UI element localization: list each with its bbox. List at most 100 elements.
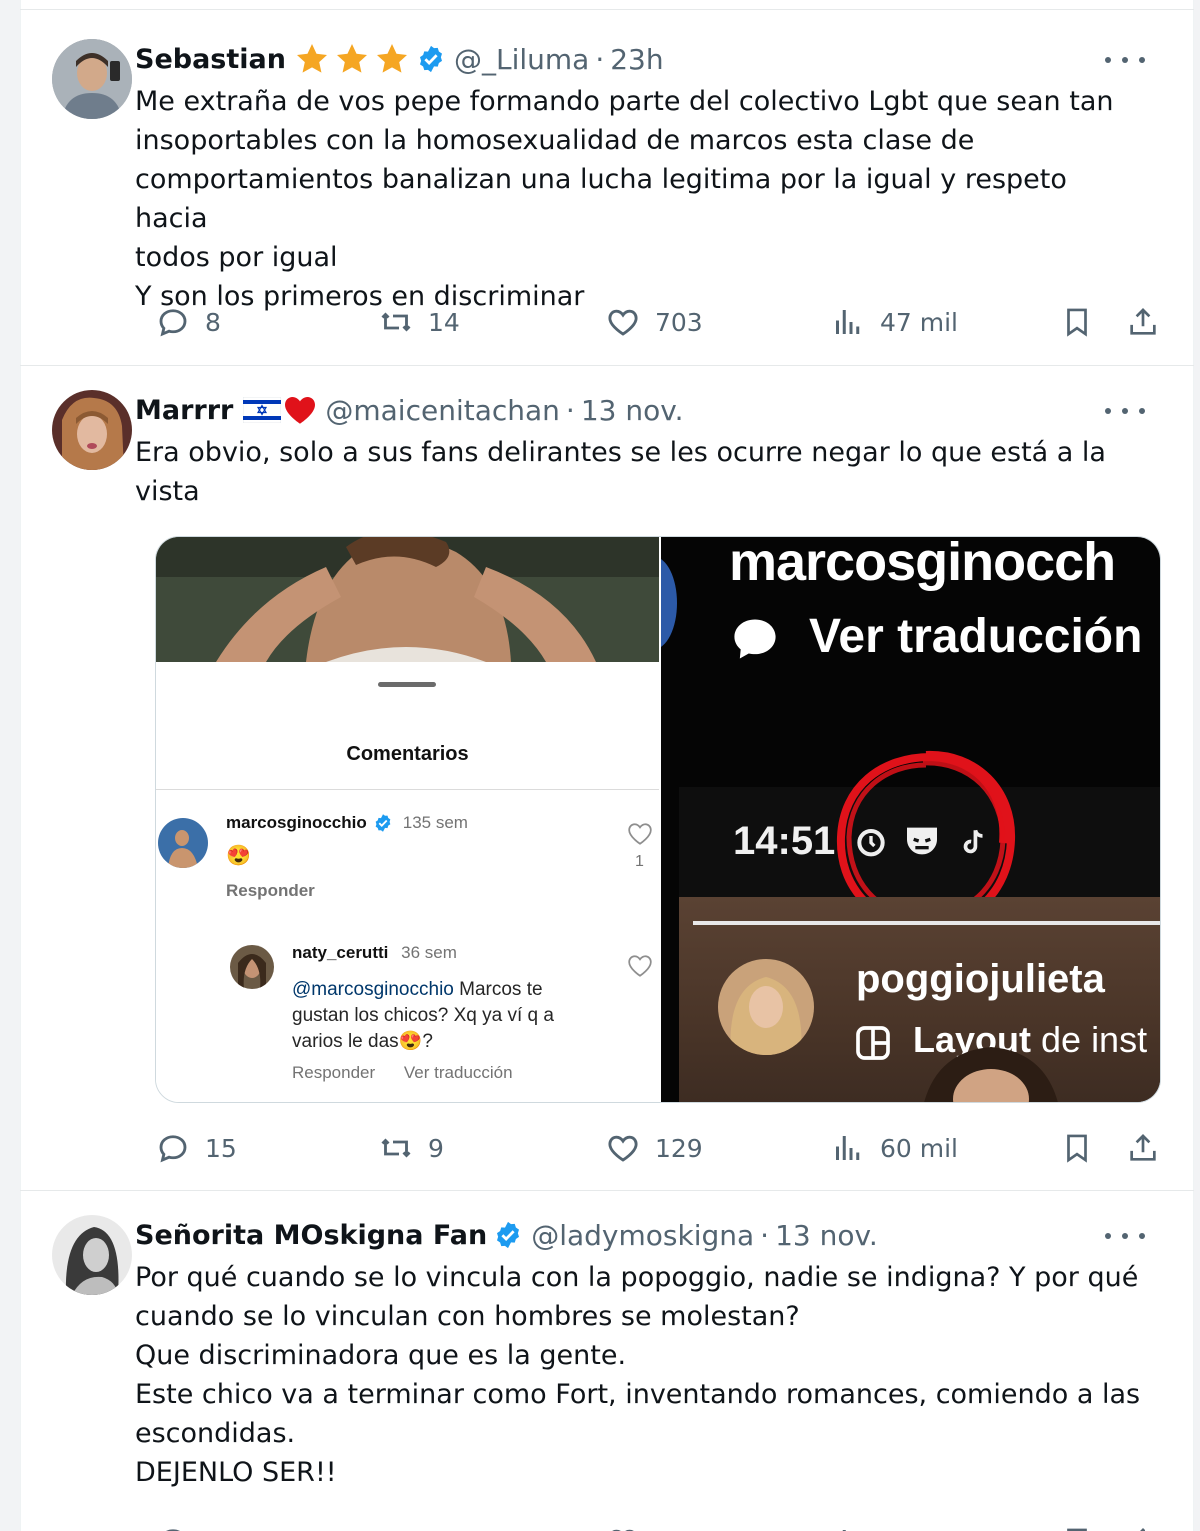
like-button[interactable] xyxy=(605,1522,655,1531)
bookmark-button[interactable] xyxy=(1057,302,1097,342)
tweet-text-line: Era obvio, solo a sus fans delirantes se… xyxy=(135,437,1106,468)
translate-link[interactable]: Ver traducción xyxy=(404,1063,513,1082)
commenter-avatar[interactable] xyxy=(158,818,208,868)
timestamp[interactable]: 23h xyxy=(610,43,663,76)
repost-icon xyxy=(381,1138,411,1158)
reply-link[interactable]: Responder xyxy=(292,1063,375,1082)
repost-button[interactable] xyxy=(378,1522,428,1531)
media-image-left[interactable]: Comentarios marcosginocchio 135 sem 😍 Re… xyxy=(156,537,659,1102)
bookmark-icon xyxy=(1067,1528,1087,1531)
tweet-media[interactable]: Comentarios marcosginocchio 135 sem 😍 Re… xyxy=(155,536,1161,1103)
avatar-image xyxy=(52,390,132,470)
tweet-text: Era obvio, solo a sus fans delirantes se… xyxy=(135,433,1145,511)
verified-icon xyxy=(375,814,391,832)
more-icon[interactable] xyxy=(1105,396,1145,426)
like-button[interactable]: 129 xyxy=(605,1128,703,1168)
user-handle[interactable]: @_Liluma xyxy=(454,43,589,76)
like-count: 129 xyxy=(655,1133,703,1163)
views-button[interactable] xyxy=(830,1522,880,1531)
comment-text-line: Marcos te xyxy=(453,979,543,1000)
media-image-right[interactable]: marcosginocch Ver traducción 14:51 poggi… xyxy=(661,537,1160,1102)
views-icon xyxy=(836,310,860,334)
like-count: 703 xyxy=(655,307,703,337)
comment-header: naty_cerutti 36 sem xyxy=(292,943,457,963)
story-username: marcosginocch xyxy=(729,537,1116,592)
verified-icon[interactable] xyxy=(493,1220,523,1250)
star-icon xyxy=(296,44,327,73)
like-button[interactable]: 703 xyxy=(605,302,703,342)
tweet-header: Marrrr @maicenitachan · 13 nov. xyxy=(135,390,684,430)
tweet-text-line: Por qué cuando se lo vincula con la popo… xyxy=(135,1262,1139,1293)
share-icon xyxy=(1130,1134,1156,1161)
tweet-text: Me extraña de vos pepe formando parte de… xyxy=(135,82,1145,316)
separator-dot: · xyxy=(565,393,575,427)
comment-text-line: gustan los chicos? Xq ya ví q a xyxy=(292,1005,554,1026)
tweet-text-line: Me extraña de vos pepe formando parte de… xyxy=(135,86,1114,117)
mention-link[interactable]: @marcosginocchio xyxy=(292,979,454,1000)
avatar[interactable] xyxy=(52,1215,132,1295)
reply-icon xyxy=(159,309,187,337)
user-handle[interactable]: @maicenitachan xyxy=(325,394,560,427)
user-handle[interactable]: @ladymoskigna xyxy=(531,1219,754,1252)
share-button[interactable] xyxy=(1123,1128,1163,1168)
comment-like-icon[interactable] xyxy=(627,822,653,846)
comment-text-line: varios le das😍? xyxy=(292,1031,433,1052)
more-icon[interactable] xyxy=(1105,45,1145,75)
israel-flag-icon xyxy=(243,397,282,423)
tweet-text-line: comportamientos banalizan una lucha legi… xyxy=(135,164,1067,234)
avatar[interactable] xyxy=(52,390,132,470)
comment-like-icon[interactable] xyxy=(627,954,653,978)
bookmark-button[interactable] xyxy=(1057,1128,1097,1168)
story-photo-face xyxy=(924,1047,1058,1102)
view-count: 60 mil xyxy=(880,1133,959,1163)
views-button[interactable]: 60 mil xyxy=(830,1128,958,1168)
repost-button[interactable]: 9 xyxy=(378,1128,444,1168)
comment-like-count: 1 xyxy=(635,853,644,870)
profile-photo-crop xyxy=(156,537,659,662)
reply-icon xyxy=(159,1135,187,1163)
tweet-text: Por qué cuando se lo vincula con la popo… xyxy=(135,1258,1145,1492)
tweet-actions: 8 14 703 47 mil xyxy=(135,302,1156,342)
timestamp[interactable]: 13 nov. xyxy=(775,1219,878,1252)
view-count: 47 mil xyxy=(880,307,959,337)
status-clock: 14:51 xyxy=(733,819,836,863)
display-name[interactable]: Sebastian xyxy=(135,44,286,75)
share-icon xyxy=(1130,308,1156,335)
bookmark-icon xyxy=(1067,1134,1087,1163)
verified-icon[interactable] xyxy=(416,44,446,74)
comment-header: marcosginocchio 135 sem xyxy=(226,813,468,833)
comment-emoji: 😍 xyxy=(226,845,251,867)
layout-icon xyxy=(856,1026,890,1060)
more-icon[interactable] xyxy=(1105,1221,1145,1251)
display-name[interactable]: Señorita MOskigna Fan xyxy=(135,1220,487,1251)
share-icon xyxy=(1140,1528,1145,1531)
reply-button[interactable]: 8 xyxy=(155,302,221,342)
sheet-divider xyxy=(156,789,659,790)
separator-dot: · xyxy=(595,42,605,76)
speech-bubble-icon xyxy=(734,619,776,659)
commenter-username[interactable]: marcosginocchio xyxy=(226,813,367,833)
display-name[interactable]: Marrrr xyxy=(135,395,233,426)
repost-count: 14 xyxy=(428,307,460,337)
timestamp[interactable]: 13 nov. xyxy=(581,394,684,427)
separator-dot: · xyxy=(760,1218,770,1252)
avatar[interactable] xyxy=(52,39,132,119)
tweet-actions: 15 9 129 60 mil xyxy=(135,1128,1156,1168)
tweet-text-line: DEJENLO SER!! xyxy=(135,1457,337,1488)
sheet-grabber[interactable] xyxy=(378,682,436,687)
comment-age: 135 sem xyxy=(402,813,468,832)
commenter-username[interactable]: naty_cerutti xyxy=(292,943,388,962)
previous-tweet-edge xyxy=(20,0,1194,10)
tweet-text-line: insoportables con la homosexualidad de m… xyxy=(135,125,975,156)
commenter-avatar[interactable] xyxy=(230,945,274,989)
tweet-header: Señorita MOskigna Fan @ladymoskigna · 13… xyxy=(135,1215,878,1255)
bookmark-button[interactable] xyxy=(1057,1522,1097,1531)
repost-button[interactable]: 14 xyxy=(378,302,460,342)
reply-link[interactable]: Responder xyxy=(226,881,315,901)
reply-button[interactable]: 15 xyxy=(155,1128,237,1168)
share-button[interactable] xyxy=(1123,302,1163,342)
views-button[interactable]: 47 mil xyxy=(830,302,958,342)
share-button[interactable] xyxy=(1123,1522,1145,1531)
repost-icon xyxy=(381,312,411,332)
reply-button[interactable] xyxy=(155,1522,205,1531)
